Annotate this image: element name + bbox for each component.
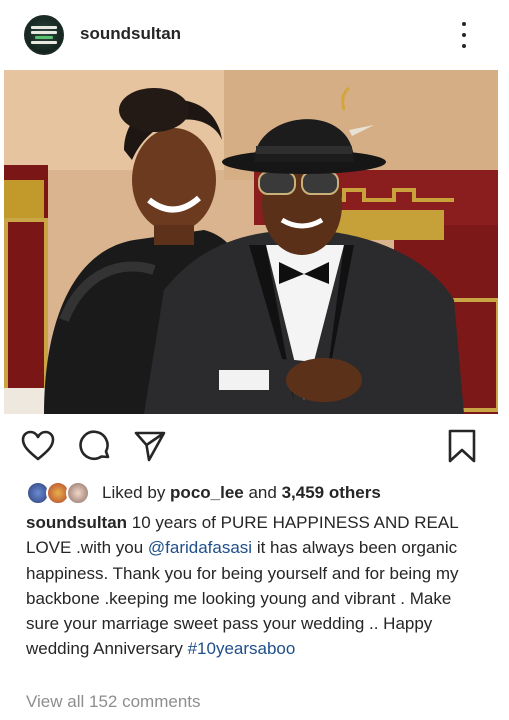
avatar — [66, 481, 90, 505]
couple-photo — [4, 70, 498, 414]
likes-prefix: Liked by — [102, 483, 171, 502]
avatar-text-line — [35, 36, 53, 39]
likes-row[interactable]: Liked by poco_lee and 3,459 others — [26, 480, 381, 506]
send-icon-shape — [134, 431, 166, 462]
post-caption: soundsultan 10 years of PURE HAPPINESS A… — [26, 510, 486, 662]
post-photo[interactable] — [4, 70, 498, 414]
avatar-text-line — [31, 31, 57, 34]
caption-hashtag[interactable]: #10yearsaboo — [188, 639, 296, 658]
bookmark-icon-shape — [448, 429, 476, 463]
comment-icon[interactable] — [77, 428, 113, 464]
avatar[interactable] — [24, 15, 64, 55]
bookmark-icon[interactable] — [444, 428, 480, 464]
caption-username[interactable]: soundsultan — [26, 513, 127, 532]
caption-mention[interactable]: @faridafasasi — [148, 538, 252, 557]
dot — [462, 33, 466, 37]
likes-middle: and — [243, 483, 282, 502]
action-bar — [4, 414, 498, 478]
dot — [462, 22, 466, 26]
liker-avatars — [26, 481, 92, 505]
heart-icon-shape — [21, 430, 55, 461]
avatar-text-line — [31, 41, 57, 44]
likes-user[interactable]: poco_lee — [170, 483, 244, 503]
comment-icon-shape — [79, 430, 110, 461]
post-username[interactable]: soundsultan — [80, 24, 181, 44]
instagram-post: soundsultan Liked by poco_lee and 3,459 … — [4, 0, 498, 720]
send-icon[interactable] — [132, 428, 168, 464]
more-options-icon[interactable] — [454, 22, 474, 48]
dot — [462, 44, 466, 48]
heart-icon[interactable] — [20, 428, 56, 464]
avatar-text-line — [31, 26, 57, 29]
likes-count[interactable]: 3,459 others — [282, 483, 381, 503]
post-header: soundsultan — [4, 0, 498, 70]
view-comments-link[interactable]: View all 152 comments — [26, 692, 201, 712]
